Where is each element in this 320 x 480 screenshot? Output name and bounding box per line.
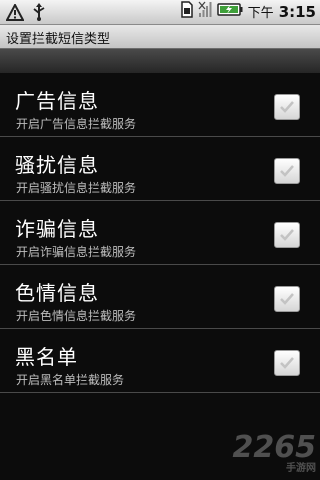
blacklist-checkbox[interactable] <box>274 350 300 376</box>
setting-row-ads[interactable]: 广告信息 开启广告信息拦截服务 <box>0 73 320 137</box>
setting-summary: 开启黑名单拦截服务 <box>16 373 125 387</box>
setting-summary: 开启诈骗信息拦截服务 <box>16 245 137 259</box>
checkmark-icon <box>280 165 294 177</box>
setting-row-adult[interactable]: 色情信息 开启色情信息拦截服务 <box>0 265 320 329</box>
usb-icon <box>32 3 46 25</box>
checkmark-icon <box>280 357 294 369</box>
signal-icon <box>198 1 212 22</box>
time-period-label: 下午 <box>247 6 274 21</box>
settings-list: 广告信息 开启广告信息拦截服务 骚扰信息 开启骚扰信息拦截服务 诈骗信息 开启诈… <box>0 73 320 480</box>
harassment-checkbox[interactable] <box>274 158 300 184</box>
battery-charging-icon <box>216 2 243 21</box>
setting-title: 广告信息 <box>15 89 99 113</box>
status-bar: 下午 3:15 <box>0 0 320 25</box>
warning-icon <box>5 2 25 25</box>
setting-row-harassment[interactable]: 骚扰信息 开启骚扰信息拦截服务 <box>0 137 320 201</box>
sim-icon <box>180 1 193 22</box>
setting-row-blacklist[interactable]: 黑名单 开启黑名单拦截服务 <box>0 329 320 393</box>
setting-title: 骚扰信息 <box>15 153 99 177</box>
ads-checkbox[interactable] <box>274 94 300 120</box>
checkmark-icon <box>280 293 294 305</box>
title-bar: 设置拦截短信类型 <box>0 25 320 49</box>
fraud-checkbox[interactable] <box>274 222 300 248</box>
setting-title: 诈骗信息 <box>15 217 99 241</box>
checkmark-icon <box>280 229 294 241</box>
category-divider <box>0 49 320 73</box>
setting-title: 色情信息 <box>15 281 99 305</box>
page-title: 设置拦截短信类型 <box>6 32 111 47</box>
setting-title: 黑名单 <box>15 345 78 369</box>
setting-row-fraud[interactable]: 诈骗信息 开启诈骗信息拦截服务 <box>0 201 320 265</box>
setting-summary: 开启骚扰信息拦截服务 <box>16 181 137 195</box>
setting-summary: 开启广告信息拦截服务 <box>16 117 137 131</box>
adult-checkbox[interactable] <box>274 286 300 312</box>
setting-summary: 开启色情信息拦截服务 <box>16 309 137 323</box>
watermark-logo: 2265 手游网 <box>233 430 317 474</box>
clock: 3:15 <box>278 2 316 21</box>
checkmark-icon <box>280 101 294 113</box>
